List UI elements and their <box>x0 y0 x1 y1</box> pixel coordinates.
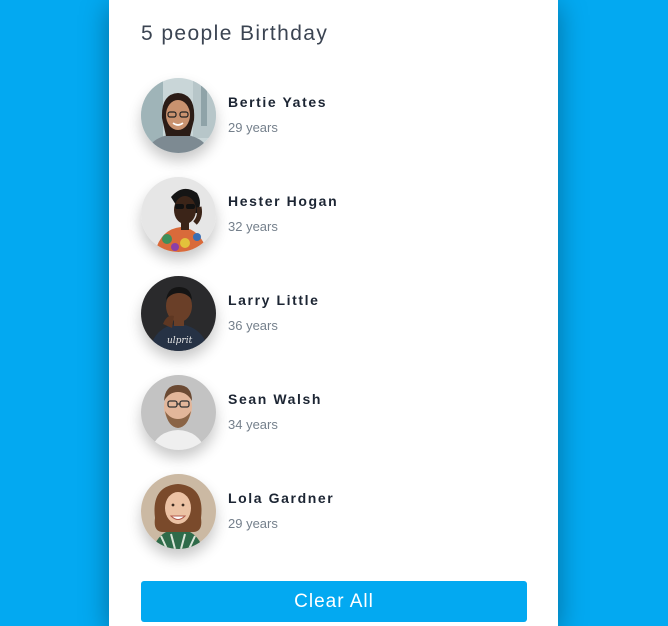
person-name: Bertie Yates <box>228 93 328 110</box>
avatar: ulprit <box>141 276 216 351</box>
list-item: Lola Gardner 29 years <box>141 474 527 549</box>
person-age: 32 years <box>228 218 278 234</box>
clear-all-button[interactable]: Clear All <box>141 581 527 622</box>
person-name: Sean Walsh <box>228 390 323 407</box>
woman-sunglasses-photo <box>141 177 216 252</box>
person-name: Lola Gardner <box>228 489 335 506</box>
list-item: ulprit Larry Little 36 years <box>141 276 527 351</box>
list-item: Sean Walsh 34 years <box>141 375 527 450</box>
person-info: Sean Walsh 34 years <box>228 391 322 432</box>
list-item: Bertie Yates 29 years <box>141 78 527 153</box>
person-info: Lola Gardner 29 years <box>228 490 334 531</box>
person-info: Larry Little 36 years <box>228 292 320 333</box>
list-item: Hester Hogan 32 years <box>141 177 527 252</box>
person-info: Hester Hogan 32 years <box>228 193 338 234</box>
person-age: 29 years <box>228 119 278 135</box>
card-title: 5 people Birthday <box>141 22 329 45</box>
person-name: Hester Hogan <box>228 192 339 209</box>
person-age: 36 years <box>228 317 278 333</box>
woman-glasses-photo <box>141 78 216 153</box>
people-list: Bertie Yates 29 years Hester Hogan 32 ye… <box>141 78 527 573</box>
svg-text:ulprit: ulprit <box>167 336 193 346</box>
man-dark-shirt-photo: ulprit <box>141 276 216 351</box>
avatar <box>141 78 216 153</box>
avatar <box>141 474 216 549</box>
avatar <box>141 177 216 252</box>
person-age: 34 years <box>228 416 278 432</box>
person-age: 29 years <box>228 515 278 531</box>
birthday-card: 5 people Birthday Bertie Yates 29 years … <box>109 0 558 626</box>
person-info: Bertie Yates 29 years <box>228 94 327 135</box>
man-glasses-beard-photo <box>141 375 216 450</box>
avatar <box>141 375 216 450</box>
woman-curly-hair-photo <box>141 474 216 549</box>
person-name: Larry Little <box>228 291 320 308</box>
